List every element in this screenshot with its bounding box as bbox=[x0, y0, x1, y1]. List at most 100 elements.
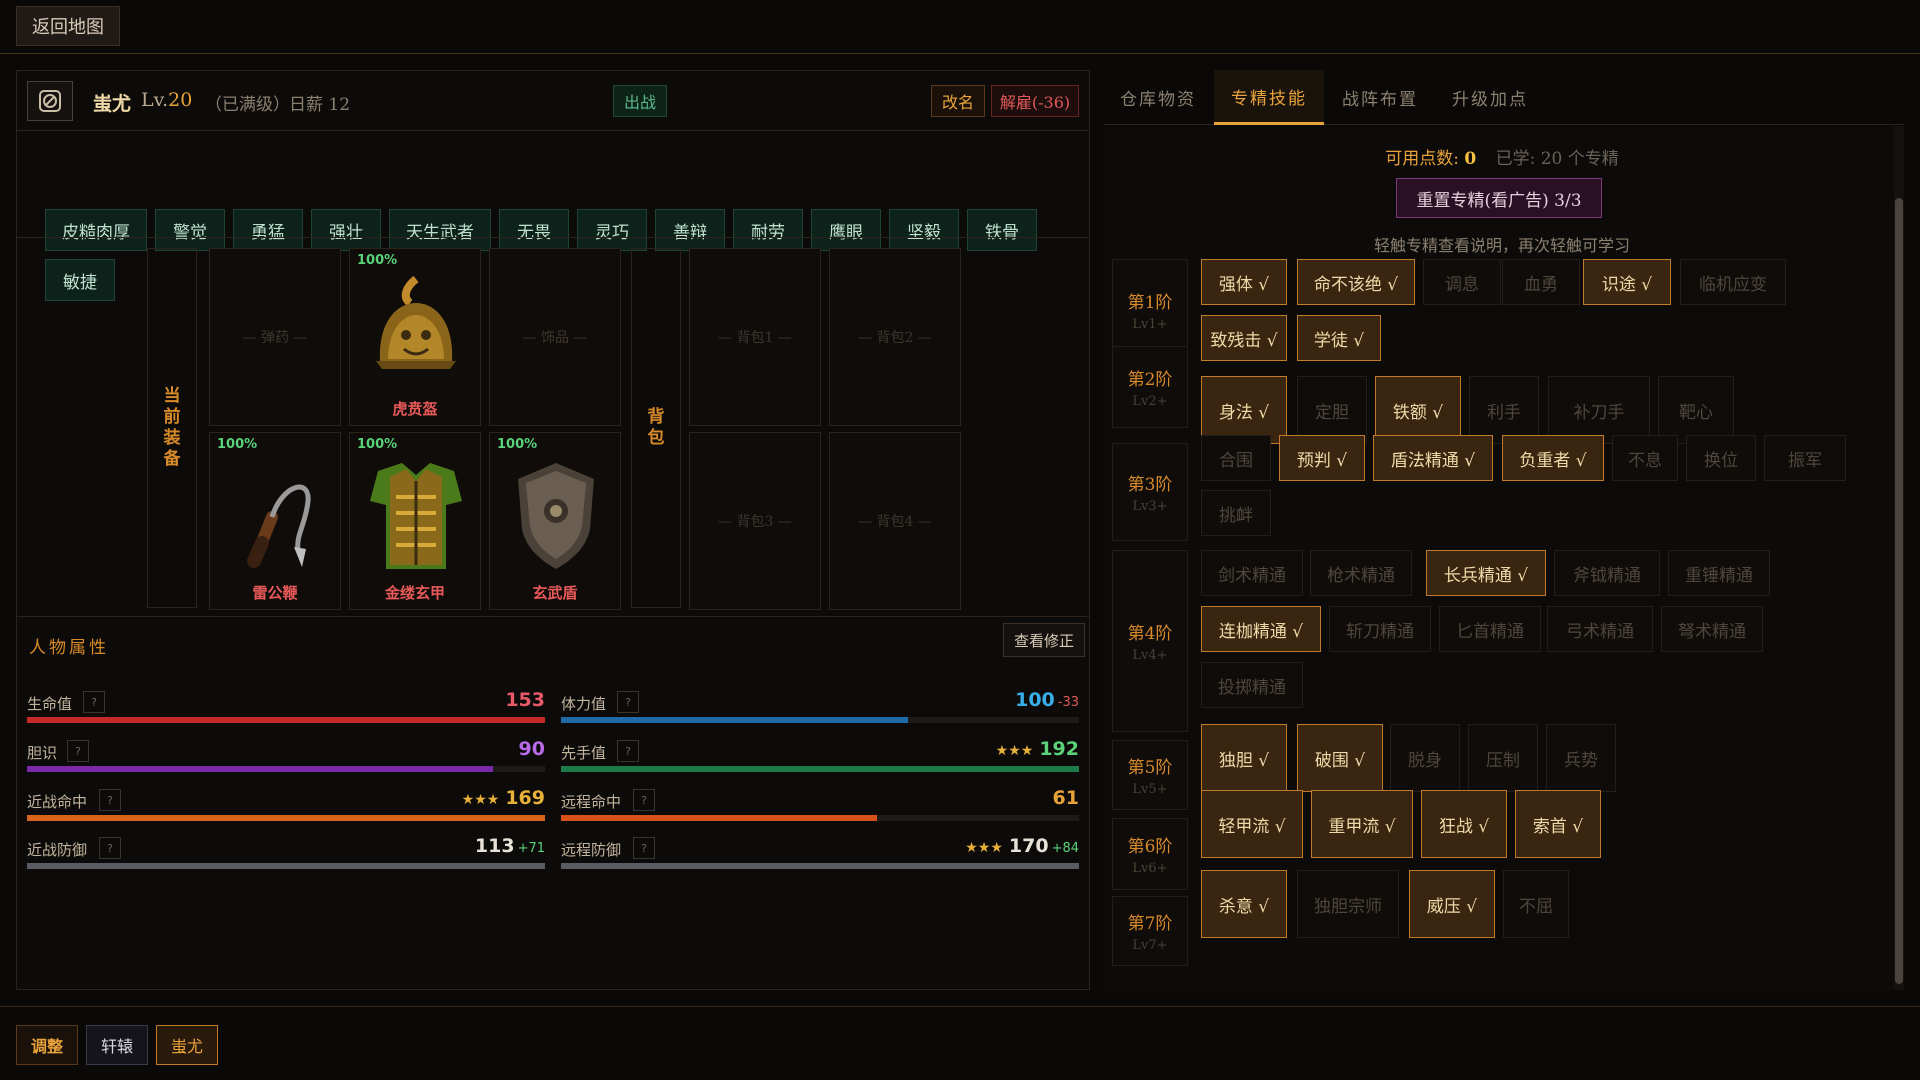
skill-chip[interactable]: 识途 √ bbox=[1583, 259, 1671, 305]
help-icon[interactable]: ? bbox=[99, 789, 121, 811]
help-icon[interactable]: ? bbox=[83, 691, 105, 713]
backpack-slot-3[interactable]: — 背包3 — bbox=[689, 432, 821, 610]
tier-name: 第4阶 bbox=[1127, 624, 1173, 644]
skill-chip[interactable]: 长兵精通 √ bbox=[1426, 550, 1546, 596]
skill-chip[interactable]: 破围 √ bbox=[1297, 724, 1383, 792]
character-avatar-icon[interactable] bbox=[27, 81, 73, 121]
tier-level-requirement: Lv2+ bbox=[1132, 394, 1168, 409]
skill-chip[interactable]: 不息 bbox=[1612, 435, 1678, 481]
skill-chip[interactable]: 调息 bbox=[1423, 259, 1501, 305]
skill-chip[interactable]: 狂战 √ bbox=[1421, 790, 1507, 858]
skill-chip[interactable]: 威压 √ bbox=[1409, 870, 1495, 938]
skill-chip[interactable]: 索首 √ bbox=[1515, 790, 1601, 858]
skill-chip[interactable]: 补刀手 bbox=[1548, 376, 1650, 444]
shield-slot[interactable]: 100% 玄武盾 bbox=[489, 432, 621, 610]
help-icon[interactable]: ? bbox=[617, 691, 639, 713]
help-icon[interactable]: ? bbox=[633, 837, 655, 859]
hero-tab-chiyou[interactable]: 蚩尤 bbox=[156, 1025, 218, 1065]
skill-chip[interactable]: 血勇 bbox=[1502, 259, 1580, 305]
skill-chip[interactable]: 命不该绝 √ bbox=[1297, 259, 1415, 305]
accessory-slot[interactable]: — 饰品 — bbox=[489, 248, 621, 426]
tier-label: 第7阶 Lv7+ bbox=[1112, 896, 1188, 966]
attribute-bar bbox=[27, 717, 545, 723]
skill-chip[interactable]: 靶心 bbox=[1658, 376, 1734, 444]
attribute-value: ★★★ 170 +84 bbox=[965, 835, 1079, 857]
attribute-bar-fill bbox=[27, 863, 545, 869]
skill-chip[interactable]: 身法 √ bbox=[1201, 376, 1287, 444]
skill-chip[interactable]: 独胆 √ bbox=[1201, 724, 1287, 792]
tab-specializations[interactable]: 专精技能 bbox=[1214, 70, 1324, 125]
skill-chip[interactable]: 脱身 bbox=[1390, 724, 1460, 792]
skill-chip[interactable]: 铁额 √ bbox=[1375, 376, 1461, 444]
backpack-slot-4[interactable]: — 背包4 — bbox=[829, 432, 961, 610]
skill-chip[interactable]: 重锤精通 bbox=[1668, 550, 1770, 596]
tab-inventory[interactable]: 仓库物资 bbox=[1104, 70, 1212, 125]
attribute-row: 胆识? 90 bbox=[27, 738, 545, 780]
backpack-slot-1[interactable]: — 背包1 — bbox=[689, 248, 821, 426]
skill-chip[interactable]: 斩刀精通 bbox=[1329, 606, 1431, 652]
skill-chip[interactable]: 压制 bbox=[1468, 724, 1538, 792]
skill-chip[interactable]: 预判 √ bbox=[1279, 435, 1365, 481]
skill-chip[interactable]: 投掷精通 bbox=[1201, 662, 1303, 708]
scrollbar-thumb[interactable] bbox=[1895, 198, 1903, 984]
armor-slot[interactable]: 100% 金缕玄甲 bbox=[349, 432, 481, 610]
skill-chip[interactable]: 枪术精通 bbox=[1310, 550, 1412, 596]
skill-chip[interactable]: 利手 bbox=[1469, 376, 1539, 444]
attribute-label: 体力值 bbox=[561, 695, 607, 713]
tier-level-requirement: Lv5+ bbox=[1132, 782, 1168, 797]
skill-chip[interactable]: 挑衅 bbox=[1201, 490, 1271, 536]
skill-chip[interactable]: 强体 √ bbox=[1201, 259, 1287, 305]
skill-chip[interactable]: 合围 bbox=[1201, 435, 1271, 481]
skill-chip[interactable]: 斧钺精通 bbox=[1554, 550, 1660, 596]
helmet-slot[interactable]: 100% 虎贲盔 bbox=[349, 248, 481, 426]
deploy-button[interactable]: 出战 bbox=[613, 85, 667, 117]
backpack-slot-2[interactable]: — 背包2 — bbox=[829, 248, 961, 426]
scrollbar[interactable] bbox=[1894, 126, 1904, 990]
attribute-bar bbox=[27, 766, 545, 772]
skill-chip[interactable]: 匕首精通 bbox=[1439, 606, 1541, 652]
skill-chip[interactable]: 不屈 bbox=[1503, 870, 1569, 938]
view-modifiers-button[interactable]: 查看修正 bbox=[1003, 623, 1085, 657]
help-icon[interactable]: ? bbox=[633, 789, 655, 811]
rename-button[interactable]: 改名 bbox=[931, 85, 985, 117]
character-name: 蚩尤 bbox=[93, 93, 132, 115]
skill-chip[interactable]: 兵势 bbox=[1546, 724, 1616, 792]
attribute-label: 胆识 bbox=[27, 744, 58, 762]
bottom-bar: 调整 轩辕 蚩尤 bbox=[0, 1006, 1920, 1080]
skill-chip[interactable]: 轻甲流 √ bbox=[1201, 790, 1303, 858]
help-icon[interactable]: ? bbox=[67, 740, 89, 762]
skill-chip[interactable]: 学徒 √ bbox=[1297, 315, 1381, 361]
skill-chip[interactable]: 定胆 bbox=[1297, 376, 1367, 444]
skill-chip[interactable]: 盾法精通 √ bbox=[1373, 435, 1493, 481]
tier-level-requirement: Lv1+ bbox=[1132, 317, 1168, 332]
weapon-slot[interactable]: 100% 雷公鞭 bbox=[209, 432, 341, 610]
skill-chip[interactable]: 剑术精通 bbox=[1201, 550, 1303, 596]
back-to-map-button[interactable]: 返回地图 bbox=[16, 6, 120, 46]
dismiss-button[interactable]: 解雇(-36) bbox=[991, 85, 1079, 117]
adjust-button[interactable]: 调整 bbox=[16, 1025, 78, 1065]
skill-chip[interactable]: 连枷精通 √ bbox=[1201, 606, 1321, 652]
tab-formation[interactable]: 战阵布置 bbox=[1326, 70, 1434, 125]
skill-chip[interactable]: 负重者 √ bbox=[1502, 435, 1604, 481]
skill-chip[interactable]: 临机应变 bbox=[1680, 259, 1786, 305]
attribute-label: 近战防御 bbox=[27, 841, 88, 859]
skill-chip[interactable]: 杀意 √ bbox=[1201, 870, 1287, 938]
tier-label: 第3阶 Lv3+ bbox=[1112, 443, 1188, 541]
attribute-label: 远程命中 bbox=[561, 793, 622, 811]
armor-icon bbox=[370, 463, 462, 569]
skill-chip[interactable]: 致残击 √ bbox=[1201, 315, 1287, 361]
tab-level-up[interactable]: 升级加点 bbox=[1436, 70, 1544, 125]
skill-chip[interactable]: 振军 bbox=[1764, 435, 1846, 481]
ammo-slot[interactable]: — 弹药 — bbox=[209, 248, 341, 426]
help-icon[interactable]: ? bbox=[617, 740, 639, 762]
skill-chip[interactable]: 换位 bbox=[1686, 435, 1756, 481]
reset-specializations-button[interactable]: 重置专精(看广告) 3/3 bbox=[1396, 178, 1602, 218]
skill-chip[interactable]: 弓术精通 bbox=[1547, 606, 1653, 652]
skill-chip[interactable]: 弩术精通 bbox=[1661, 606, 1763, 652]
durability-label: 100% bbox=[357, 253, 398, 268]
skill-chip[interactable]: 独胆宗师 bbox=[1297, 870, 1399, 938]
hero-tab-xuanyuan[interactable]: 轩辕 bbox=[86, 1025, 148, 1065]
skill-chip[interactable]: 重甲流 √ bbox=[1311, 790, 1413, 858]
tier-label: 第2阶 Lv2+ bbox=[1112, 346, 1188, 428]
help-icon[interactable]: ? bbox=[99, 837, 121, 859]
